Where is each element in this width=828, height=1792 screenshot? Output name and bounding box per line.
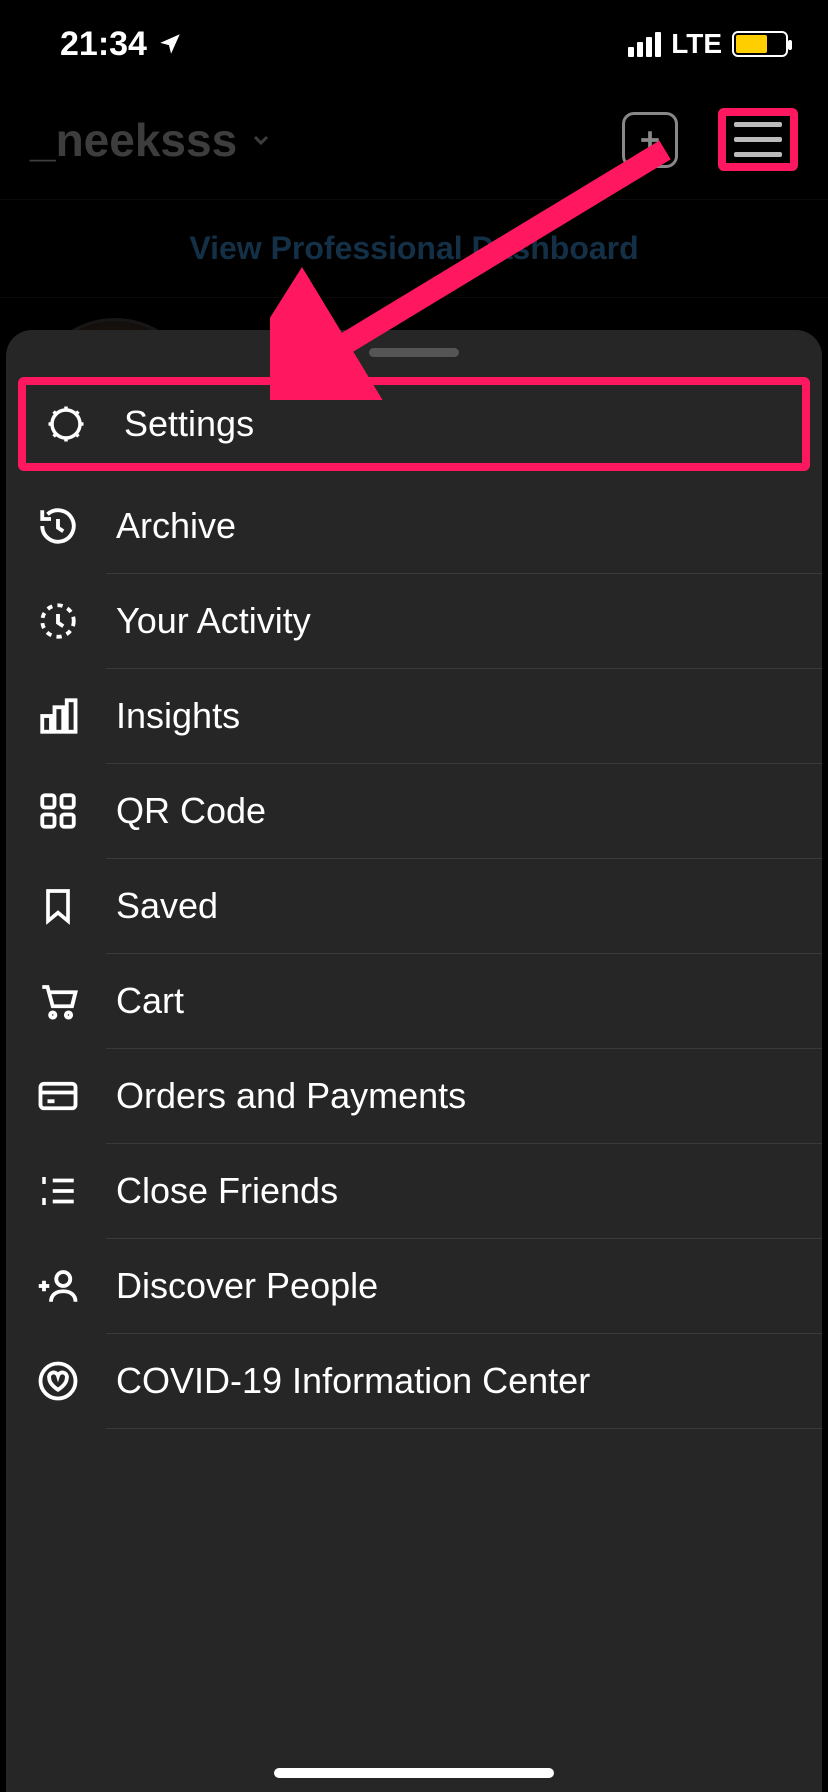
menu-insights[interactable]: Insights	[6, 669, 822, 763]
cart-icon	[37, 980, 79, 1022]
menu-label: Your Activity	[116, 600, 311, 642]
create-button[interactable]	[622, 112, 678, 168]
plus-icon	[635, 125, 665, 155]
menu-settings[interactable]: Settings	[26, 385, 802, 463]
battery-icon	[732, 31, 788, 57]
menu-label: Archive	[116, 505, 236, 547]
status-bar: 21:34 LTE	[0, 0, 828, 88]
menu-qr[interactable]: QR Code	[6, 764, 822, 858]
sheet-grabber[interactable]	[369, 348, 459, 357]
menu-saved[interactable]: Saved	[6, 859, 822, 953]
menu-sheet: Settings Archive Your Activity Insights …	[6, 330, 822, 1792]
menu-close-friends[interactable]: Close Friends	[6, 1144, 822, 1238]
professional-dashboard-link[interactable]: View Professional Dashboard	[0, 200, 828, 298]
username-label: _neeksss	[30, 113, 237, 167]
credit-card-icon	[37, 1075, 79, 1117]
menu-cart[interactable]: Cart	[6, 954, 822, 1048]
menu-label: Saved	[116, 885, 218, 927]
menu-label: Orders and Payments	[116, 1075, 466, 1117]
profile-header: _neeksss	[0, 88, 828, 200]
menu-activity[interactable]: Your Activity	[6, 574, 822, 668]
status-time: 21:34	[60, 25, 147, 64]
home-indicator[interactable]	[274, 1768, 554, 1778]
discover-people-icon	[37, 1265, 79, 1307]
chevron-down-icon	[249, 128, 273, 152]
menu-label: Discover People	[116, 1265, 378, 1307]
insights-icon	[37, 695, 79, 737]
menu-archive[interactable]: Archive	[6, 479, 822, 573]
menu-orders[interactable]: Orders and Payments	[6, 1049, 822, 1143]
hamburger-highlight	[718, 108, 798, 171]
menu-label: Insights	[116, 695, 240, 737]
menu-label: Cart	[116, 980, 184, 1022]
qr-icon	[37, 790, 79, 832]
menu-label: Close Friends	[116, 1170, 338, 1212]
signal-icon	[628, 32, 661, 57]
menu-button[interactable]	[734, 122, 782, 157]
activity-icon	[37, 600, 79, 642]
menu-label: Settings	[124, 403, 254, 445]
gear-icon	[45, 403, 87, 445]
bookmark-icon	[38, 886, 78, 926]
menu-covid[interactable]: COVID-19 Information Center	[6, 1334, 822, 1428]
network-label: LTE	[671, 28, 722, 60]
menu-label: QR Code	[116, 790, 266, 832]
location-arrow-icon	[157, 31, 183, 57]
divider	[106, 1428, 822, 1429]
settings-highlight: Settings	[18, 377, 810, 471]
archive-icon	[37, 505, 79, 547]
account-switcher[interactable]: _neeksss	[30, 113, 273, 167]
heart-circle-icon	[37, 1360, 79, 1402]
close-friends-icon	[37, 1170, 79, 1212]
menu-discover[interactable]: Discover People	[6, 1239, 822, 1333]
menu-label: COVID-19 Information Center	[116, 1360, 590, 1402]
